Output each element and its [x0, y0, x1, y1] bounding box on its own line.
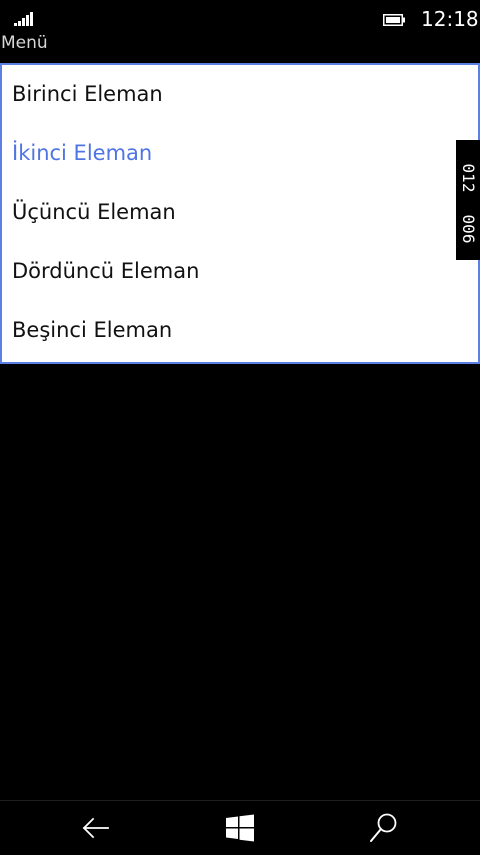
signal-bars-icon [14, 12, 33, 26]
list-item[interactable]: Dördüncü Eleman [2, 242, 478, 301]
list-item-selected[interactable]: İkinci Eleman [2, 124, 478, 183]
list-item[interactable]: Birinci Eleman [2, 65, 478, 124]
back-button[interactable] [78, 811, 114, 845]
status-bar: 12:18 [0, 0, 480, 34]
frame-counter-value: 006 [459, 214, 478, 244]
home-button[interactable] [222, 811, 258, 845]
list-item[interactable]: Beşinci Eleman [2, 301, 478, 360]
windows-logo-icon [226, 814, 254, 842]
menu-list: Birinci Eleman İkinci Eleman Üçüncü Elem… [0, 63, 480, 364]
page-title: Menü [1, 33, 48, 53]
list-item[interactable]: Üçüncü Eleman [2, 183, 478, 242]
frame-counter-value: 012 [459, 163, 478, 193]
frame-counter: 012 006 [456, 140, 480, 260]
status-clock: 12:18 [421, 7, 479, 31]
search-icon [370, 813, 397, 842]
battery-icon [383, 14, 405, 26]
search-button[interactable] [366, 811, 402, 845]
back-arrow-icon [82, 817, 109, 839]
navigation-bar [0, 800, 480, 855]
